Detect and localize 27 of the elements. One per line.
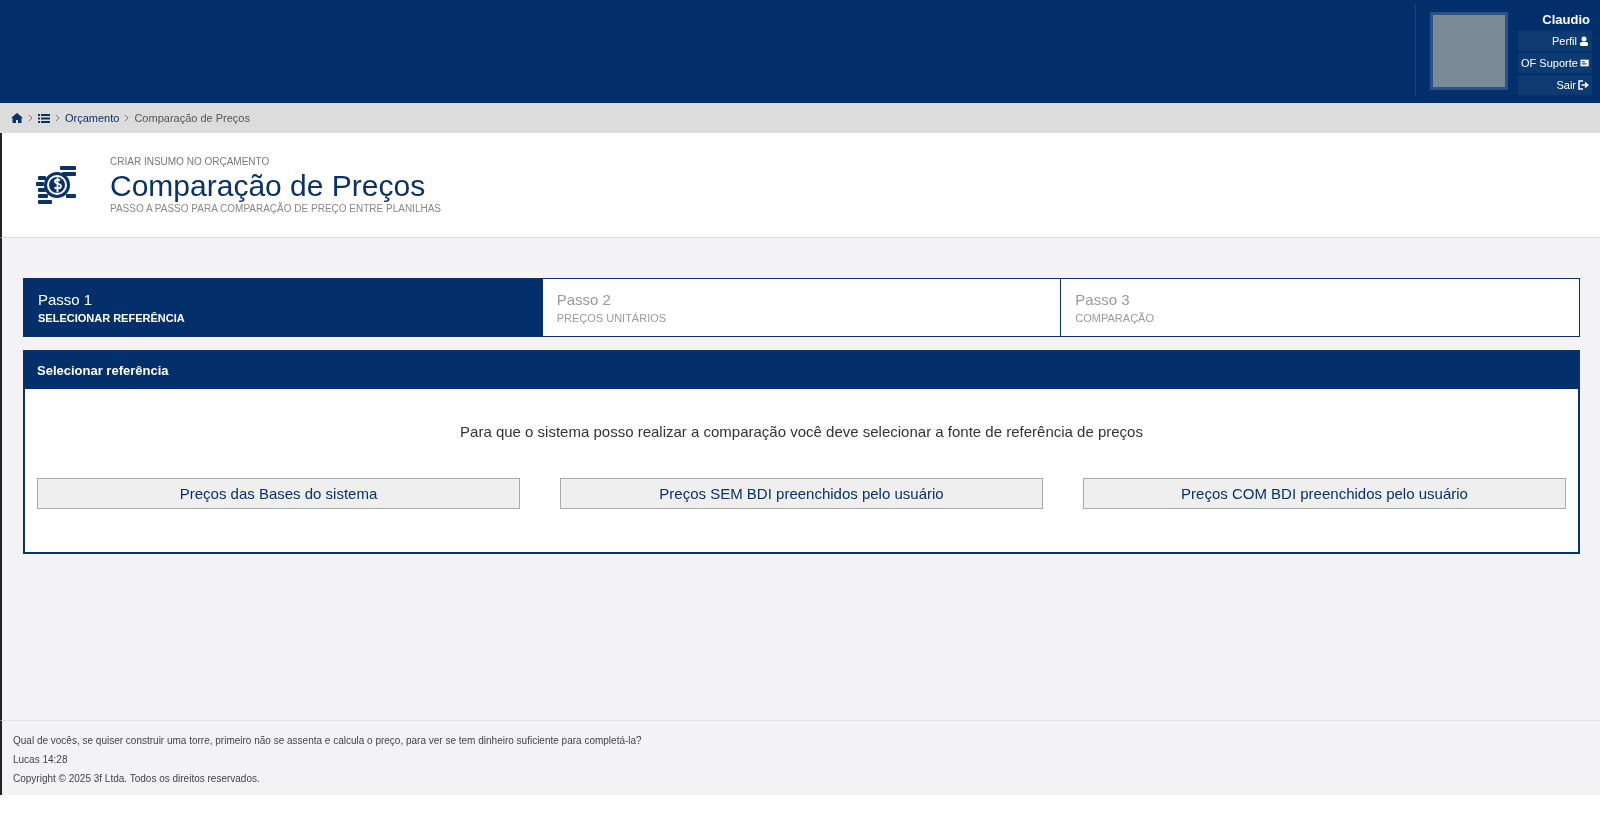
page-subtitle: PASSO A PASSO PARA COMPARAÇÃO DE PREÇO ENTRE PLANILHAS — [110, 203, 442, 214]
page-title: Comparação de Preços — [110, 169, 427, 202]
reference-option-button[interactable]: Preços SEM BDI preenchidos pelo usuário — [560, 478, 1043, 509]
chevron-icon — [124, 114, 130, 122]
panel-title: Selecionar referência — [37, 363, 169, 378]
chevron-icon — [55, 114, 60, 122]
wizard-step-tab[interactable]: Passo 1 SELECIONAR REFERÊNCIA — [24, 279, 542, 336]
page-overline: CRIAR INSUMO NO ORÇAMENTO — [110, 156, 271, 167]
chevron-icon — [28, 114, 33, 122]
user-menu-link[interactable]: OF Suporte — [1518, 53, 1592, 73]
reference-option-button[interactable]: Preços COM BDI preenchidos pelo usuário — [1083, 478, 1566, 509]
breadcrumb-link[interactable]: Orçamento — [65, 112, 120, 124]
home-icon[interactable] — [11, 113, 23, 123]
footer-quote: Qual de vocês, se quiser construir uma torre, primeiro não se assenta e calcula o preço, para ver se tem dinheiro suficiente para completá-la? — [13, 735, 643, 746]
reference-option-button[interactable]: Preços das Bases do sistema — [37, 478, 520, 509]
list-icon[interactable] — [38, 113, 50, 123]
logout-icon — [1578, 80, 1589, 90]
user-menu-link[interactable]: Sair — [1518, 75, 1592, 95]
person-icon — [1579, 36, 1589, 46]
dollar-coins-icon — [36, 164, 78, 206]
footer-reference: Lucas 14:28 — [13, 754, 69, 765]
breadcrumb-current: Comparação de Preços — [134, 112, 250, 124]
user-name: Claudio — [1541, 12, 1590, 27]
user-menu-link[interactable]: Perfil — [1518, 31, 1592, 51]
instruction-text: Para que o sistema posso realizar a comparação você deve selecionar a fonte de referência de preços — [459, 423, 1144, 440]
copyright-text: Copyright © 2025 3f Ltda. Todos os direitos reservados. — [13, 773, 261, 784]
ticket-icon — [1579, 58, 1589, 68]
